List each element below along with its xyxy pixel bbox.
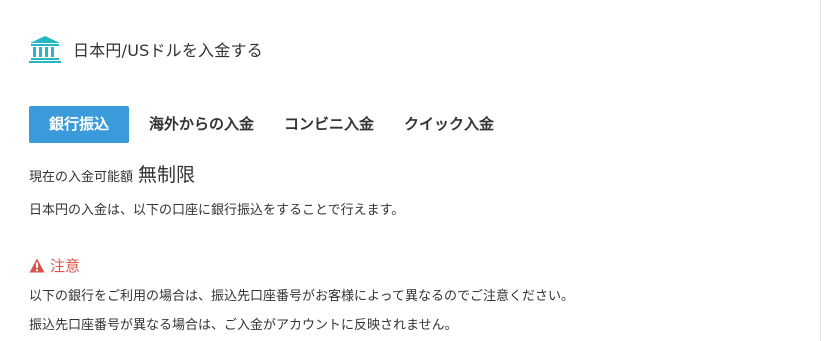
panel-border bbox=[820, 0, 821, 341]
notice-heading: 注意 bbox=[29, 255, 80, 276]
notice-line: 振込先口座番号が異なる場合は、ご入金がアカウントに反映されません。 bbox=[29, 318, 458, 333]
page-title: 日本円/USドルを入金する bbox=[73, 41, 263, 60]
deposit-info-text: 日本円の入金は、以下の口座に銀行振込をすることで行えます。 bbox=[29, 203, 405, 218]
bank-icon bbox=[29, 36, 61, 63]
deposit-limit-label: 現在の入金可能額 bbox=[29, 170, 134, 185]
warning-icon bbox=[29, 258, 45, 273]
tab-convenience-store-deposit[interactable]: コンビニ入金 bbox=[284, 106, 374, 143]
tab-bank-transfer[interactable]: 銀行振込 bbox=[29, 106, 129, 143]
deposit-page: 日本円/USドルを入金する 銀行振込 海外からの入金 コンビニ入金 クイック入金… bbox=[0, 0, 825, 341]
deposit-limit-value: 無制限 bbox=[138, 164, 196, 186]
page-header: 日本円/USドルを入金する bbox=[28, 35, 263, 63]
notice-line: 以下の銀行をご利用の場合は、振込先口座番号がお客様によって異なるのでご注意くださ… bbox=[29, 289, 574, 304]
tab-overseas-deposit[interactable]: 海外からの入金 bbox=[149, 106, 254, 143]
notice-heading-text: 注意 bbox=[50, 257, 81, 275]
deposit-method-tabs: 銀行振込 海外からの入金 コンビニ入金 クイック入金 bbox=[29, 106, 494, 143]
deposit-limit: 現在の入金可能額 無制限 bbox=[29, 160, 195, 187]
tab-quick-deposit[interactable]: クイック入金 bbox=[404, 106, 494, 143]
